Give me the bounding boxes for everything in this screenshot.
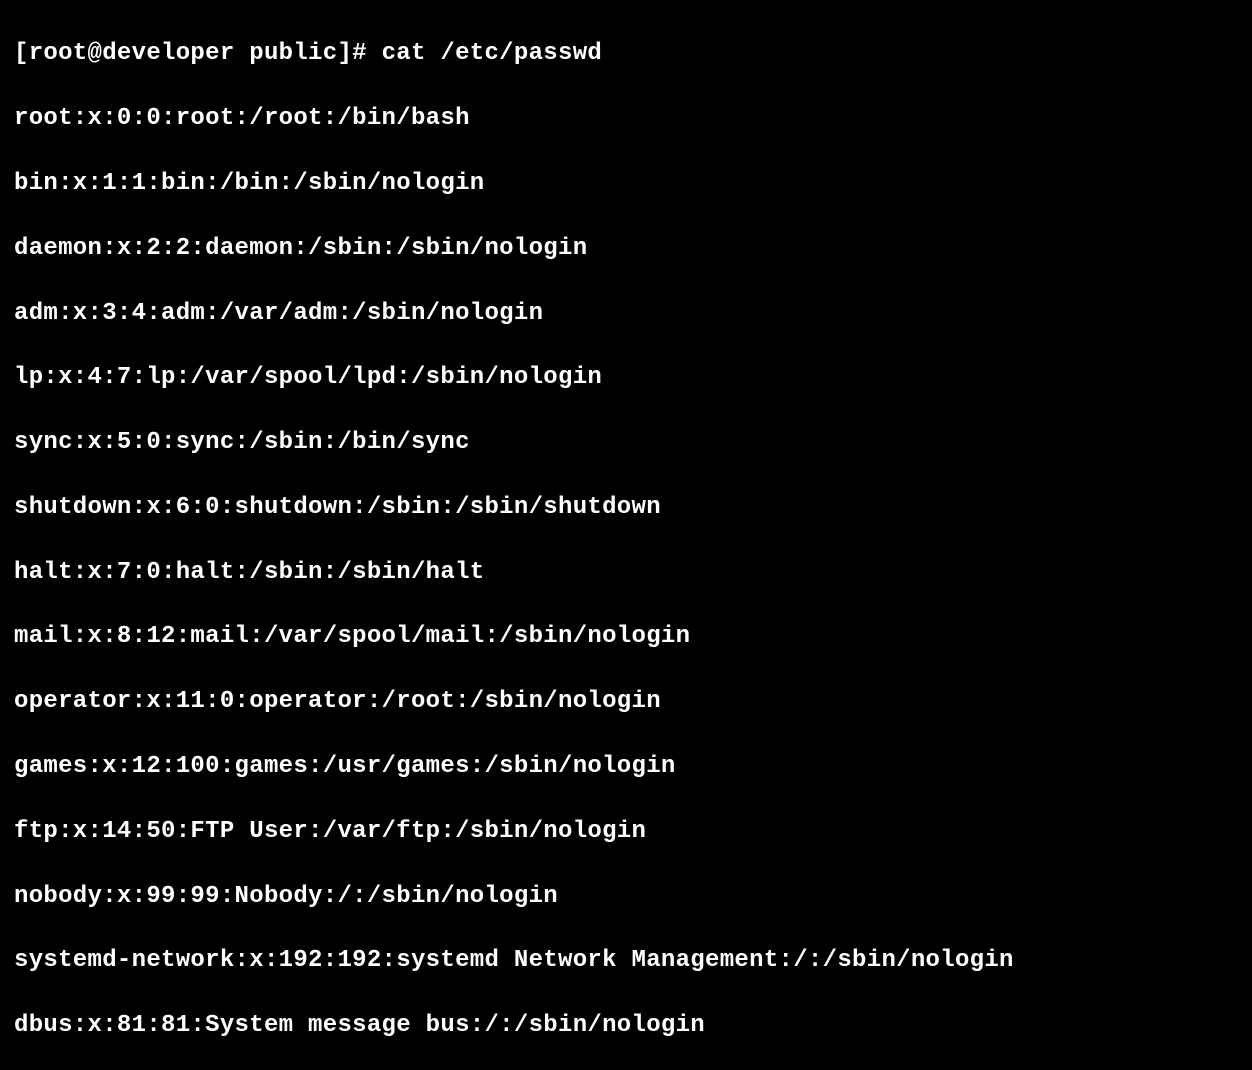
output-line: adm:x:3:4:adm:/var/adm:/sbin/nologin [14,298,1238,330]
output-line: dbus:x:81:81:System message bus:/:/sbin/… [14,1010,1238,1042]
output-line: lp:x:4:7:lp:/var/spool/lpd:/sbin/nologin [14,362,1238,394]
output-line: bin:x:1:1:bin:/bin:/sbin/nologin [14,168,1238,200]
output-line: operator:x:11:0:operator:/root:/sbin/nol… [14,686,1238,718]
command-text: cat /etc/passwd [382,40,603,67]
output-line: shutdown:x:6:0:shutdown:/sbin:/sbin/shut… [14,492,1238,524]
output-line: ftp:x:14:50:FTP User:/var/ftp:/sbin/nolo… [14,816,1238,848]
output-line: games:x:12:100:games:/usr/games:/sbin/no… [14,751,1238,783]
output-line: root:x:0:0:root:/root:/bin/bash [14,103,1238,135]
output-line: systemd-network:x:192:192:systemd Networ… [14,945,1238,977]
output-line: halt:x:7:0:halt:/sbin:/sbin/halt [14,557,1238,589]
terminal-viewport[interactable]: [root@developer public]# cat /etc/passwd… [0,0,1252,1070]
output-line: nobody:x:99:99:Nobody:/:/sbin/nologin [14,881,1238,913]
output-line: sync:x:5:0:sync:/sbin:/bin/sync [14,427,1238,459]
shell-prompt: [root@developer public]# [14,40,382,67]
command-line: [root@developer public]# cat /etc/passwd [14,38,1238,70]
output-line: mail:x:8:12:mail:/var/spool/mail:/sbin/n… [14,621,1238,653]
output-line: daemon:x:2:2:daemon:/sbin:/sbin/nologin [14,233,1238,265]
